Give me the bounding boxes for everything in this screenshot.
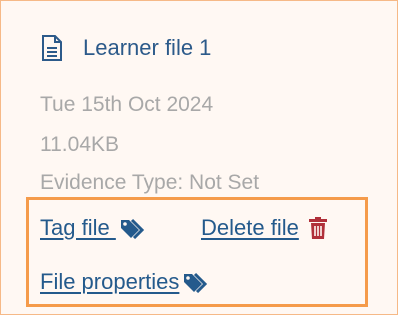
tag-file-link[interactable]: Tag file (40, 215, 150, 241)
tags-icon (183, 271, 213, 294)
tags-icon (120, 217, 150, 240)
file-date: Tue 15th Oct 2024 (40, 93, 214, 116)
file-title[interactable]: Learner file 1 (83, 34, 211, 62)
tag-file-label: Tag file (40, 215, 116, 240)
trash-icon (307, 216, 329, 240)
file-card: Learner file 1 Tue 15th Oct 2024 11.04KB… (0, 0, 398, 315)
document-icon (41, 34, 63, 62)
file-properties-label: File properties (40, 269, 180, 294)
file-properties-link[interactable]: File properties (40, 269, 213, 295)
file-size: 11.04KB (40, 133, 120, 156)
delete-file-link[interactable]: Delete file (201, 215, 329, 241)
evidence-type: Evidence Type: Not Set (40, 171, 260, 194)
delete-file-label: Delete file (201, 215, 299, 240)
file-header: Learner file 1 (41, 34, 211, 62)
